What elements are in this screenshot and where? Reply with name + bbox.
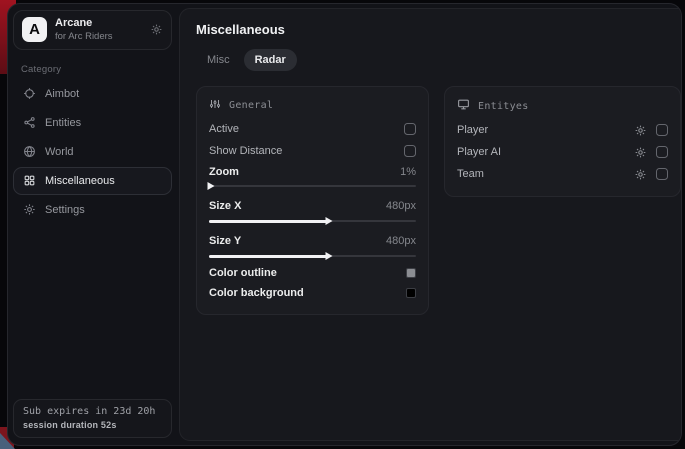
- slider-thumb[interactable]: [326, 252, 333, 260]
- app-logo: A: [22, 17, 47, 42]
- zoom-slider[interactable]: [209, 182, 416, 190]
- size-x-value: 480px: [386, 200, 416, 212]
- general-card: General Active Show Distance Zoom 1%: [196, 86, 429, 315]
- row-label: Player AI: [457, 146, 501, 158]
- main-panel: Miscellaneous Misc Radar General: [179, 8, 682, 441]
- row-size-y: Size Y 480px: [209, 230, 416, 252]
- sidebar-item-aimbot[interactable]: Aimbot: [13, 80, 172, 108]
- app-window: A Arcane for Arc Riders Category: [7, 3, 682, 446]
- row-color-background: Color background: [209, 283, 416, 303]
- sliders-icon: [209, 98, 221, 113]
- sidebar-item-label: Settings: [45, 204, 85, 216]
- row-label: Size X: [209, 200, 241, 212]
- row-label: Size Y: [209, 235, 241, 247]
- row-size-x: Size X 480px: [209, 195, 416, 217]
- show-distance-checkbox[interactable]: [404, 145, 416, 157]
- sidebar: A Arcane for Arc Riders Category: [8, 4, 177, 445]
- slider-thumb[interactable]: [208, 182, 215, 190]
- sidebar-item-label: Entities: [45, 117, 81, 129]
- slider-track: [209, 185, 416, 187]
- cards-row: General Active Show Distance Zoom 1%: [196, 86, 681, 315]
- entities-icon: [23, 116, 36, 129]
- row-label: Team: [457, 168, 484, 180]
- size-y-value: 480px: [386, 235, 416, 247]
- size-y-slider[interactable]: [209, 252, 416, 260]
- row-label: Show Distance: [209, 145, 282, 157]
- sidebar-item-label: Miscellaneous: [45, 175, 115, 187]
- gear-icon[interactable]: [634, 124, 647, 137]
- general-card-header: General: [209, 98, 416, 113]
- row-label: Color outline: [209, 267, 277, 279]
- row-player: Player: [457, 119, 668, 141]
- page-title: Miscellaneous: [196, 22, 681, 37]
- entities-card-title: Entityes: [478, 101, 529, 112]
- sidebar-nav: Aimbot Entities World: [13, 80, 172, 224]
- player-ai-checkbox[interactable]: [656, 146, 668, 158]
- zoom-value: 1%: [400, 166, 416, 178]
- app-header-card: A Arcane for Arc Riders: [13, 10, 172, 50]
- row-team: Team: [457, 163, 668, 185]
- row-active: Active: [209, 118, 416, 140]
- session-duration: session duration 52s: [23, 420, 162, 430]
- color-background-swatch[interactable]: [406, 288, 416, 298]
- sidebar-item-settings[interactable]: Settings: [13, 196, 172, 224]
- sidebar-item-world[interactable]: World: [13, 138, 172, 166]
- sidebar-item-miscellaneous[interactable]: Miscellaneous: [13, 167, 172, 195]
- row-label: Color background: [209, 287, 304, 299]
- row-color-outline: Color outline: [209, 263, 416, 283]
- slider-fill: [209, 255, 329, 258]
- slider-thumb[interactable]: [326, 217, 333, 225]
- globe-icon: [23, 145, 36, 158]
- tab-bar: Misc Radar: [196, 49, 681, 71]
- slider-fill: [209, 220, 329, 223]
- sidebar-item-label: World: [45, 146, 74, 158]
- team-checkbox[interactable]: [656, 168, 668, 180]
- sidebar-item-entities[interactable]: Entities: [13, 109, 172, 137]
- row-label: Player: [457, 124, 488, 136]
- subscription-expiry: Sub expires in 23d 20h: [23, 406, 162, 417]
- gear-icon[interactable]: [634, 146, 647, 159]
- gear-icon: [23, 203, 36, 216]
- gear-icon[interactable]: [150, 23, 163, 36]
- crosshair-icon: [23, 87, 36, 100]
- row-label: Zoom: [209, 166, 239, 178]
- size-x-slider[interactable]: [209, 217, 416, 225]
- active-checkbox[interactable]: [404, 123, 416, 135]
- row-label: Active: [209, 123, 239, 135]
- row-player-ai: Player AI: [457, 141, 668, 163]
- subscription-card: Sub expires in 23d 20h session duration …: [13, 399, 172, 438]
- color-outline-swatch[interactable]: [406, 268, 416, 278]
- app-name: Arcane: [55, 17, 113, 31]
- general-card-title: General: [229, 100, 273, 111]
- row-show-distance: Show Distance: [209, 140, 416, 162]
- monitor-icon: [457, 98, 470, 114]
- tab-radar[interactable]: Radar: [244, 49, 297, 71]
- gear-icon[interactable]: [634, 168, 647, 181]
- entities-card: Entityes Player P: [444, 86, 681, 197]
- tab-misc[interactable]: Misc: [196, 49, 241, 71]
- grid-icon: [23, 174, 36, 187]
- entities-card-header: Entityes: [457, 98, 668, 114]
- player-checkbox[interactable]: [656, 124, 668, 136]
- row-zoom: Zoom 1%: [209, 162, 416, 182]
- app-subtitle: for Arc Riders: [55, 31, 113, 43]
- category-label: Category: [21, 64, 164, 75]
- sidebar-item-label: Aimbot: [45, 88, 79, 100]
